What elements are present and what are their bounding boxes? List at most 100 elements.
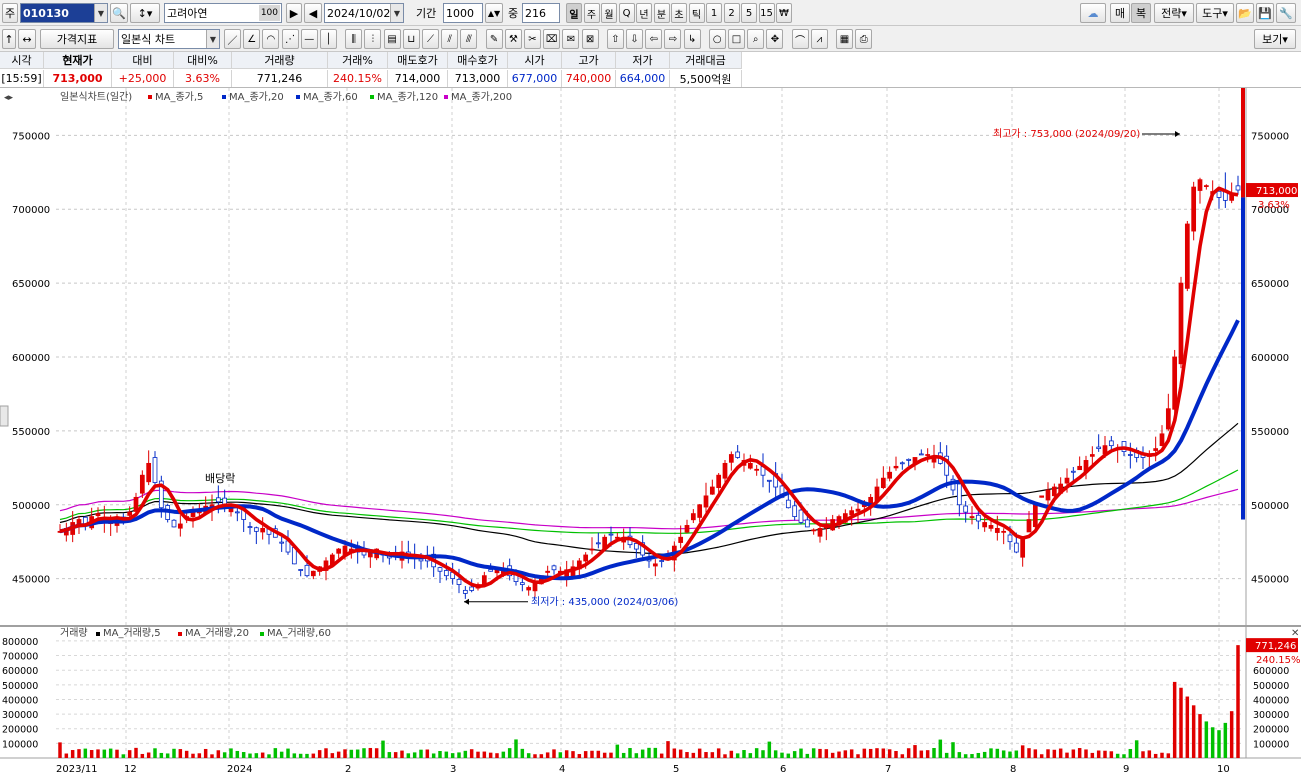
timeframe-button[interactable]: 5 (741, 3, 757, 23)
quote-value: 740,000 (562, 70, 616, 87)
fibonacci-icon[interactable]: ⫼ (345, 29, 363, 49)
parallel-icon[interactable]: ⫽ (441, 29, 459, 49)
down-icon[interactable]: ⇩ (626, 29, 643, 49)
volume-bar (545, 752, 550, 758)
close-icon[interactable]: ✕ (1291, 628, 1299, 639)
market-toggle-button[interactable]: 주 (2, 3, 18, 23)
volume-bar (634, 753, 639, 758)
timeframe-button[interactable]: 월 (601, 3, 617, 23)
timeframe-button[interactable]: 틱 (688, 3, 705, 23)
delete-icon[interactable]: ⌧ (543, 29, 561, 49)
vline-icon[interactable]: │ (320, 29, 337, 49)
candle-down (798, 509, 804, 523)
volume-bar (1147, 750, 1152, 758)
period-spin-icon[interactable]: ▲▼ (485, 3, 503, 23)
folder-open-icon[interactable]: 📂 (1236, 3, 1254, 23)
timeframe-button[interactable]: ₩ (776, 3, 792, 23)
volume-bar (767, 741, 772, 758)
volume-bar (621, 752, 626, 758)
chevron-down-icon[interactable]: ▼ (94, 4, 107, 22)
volume-legend-item: MA_거래량,5 (103, 627, 161, 639)
prev-arrow-icon[interactable]: ◀ (304, 3, 322, 23)
channel-icon[interactable]: ⊔ (402, 29, 420, 49)
arc-icon[interactable]: ◠ (262, 29, 280, 49)
cycle-icon[interactable]: ⫶ (364, 29, 382, 49)
trendline-icon[interactable]: ／ (224, 29, 241, 49)
wrench-icon[interactable]: 🔧 (1276, 3, 1296, 23)
circle-icon[interactable]: ○ (708, 29, 726, 49)
zoom-icon[interactable]: ⌕ (747, 29, 765, 49)
stock-name-field[interactable]: 고려아연 100 (164, 3, 282, 23)
fan-icon[interactable]: ⋰ (281, 29, 299, 49)
candle-up (1172, 356, 1178, 410)
quote-header: 매수호가 (448, 52, 508, 69)
angle-icon[interactable]: ∠ (243, 29, 261, 49)
eraser-icon[interactable]: ✂ (524, 29, 541, 49)
candle-down (975, 514, 981, 522)
next-arrow-icon[interactable]: ▶ (286, 3, 302, 23)
timeframe-button[interactable]: 15 (758, 3, 775, 23)
period-input[interactable]: 1000 (443, 3, 483, 23)
volume-bar (210, 754, 214, 758)
search-icon[interactable]: 🔍 (110, 3, 128, 23)
calendar-dropdown-icon[interactable]: ▼ (390, 4, 403, 22)
right-button-0[interactable]: 매 (1110, 3, 1130, 23)
pencil-icon[interactable]: ✎ (485, 29, 503, 49)
candle-up (177, 523, 183, 529)
pattern-icon[interactable]: ⩘ (810, 29, 828, 49)
strategy-button[interactable]: 전략 ▾ (1154, 3, 1194, 23)
save-icon[interactable]: 💾 (1256, 3, 1274, 23)
hline-icon[interactable]: — (300, 29, 318, 49)
price-tick-left: 550000 (12, 427, 50, 438)
timeframe-button[interactable]: 년 (636, 3, 652, 23)
chart-type-select[interactable]: 일본식 차트 ▼ (118, 29, 220, 49)
volume-bar (919, 750, 924, 758)
andrews-icon[interactable]: ⫻ (460, 29, 478, 49)
price-tick-right: 750000 (1251, 131, 1289, 142)
left-icon[interactable]: ⇦ (645, 29, 663, 49)
date-field[interactable]: 2024/10/02 ▼ (324, 3, 404, 23)
volume-bar (241, 752, 246, 758)
timeframe-button[interactable]: 주 (583, 3, 600, 23)
volume-bar (1217, 730, 1221, 758)
view-button[interactable]: 보기 ▾ (1254, 29, 1296, 49)
volume-bar (1103, 750, 1107, 758)
rect-icon[interactable]: □ (728, 29, 745, 49)
scroll-up-icon[interactable]: ↑ (2, 29, 16, 49)
chevron-down-icon[interactable]: ▼ (206, 30, 219, 48)
table-icon[interactable]: ▦ (836, 29, 853, 49)
timeframe-button[interactable]: 초 (671, 3, 687, 23)
sort-icon[interactable]: ↕▾ (130, 3, 160, 23)
expand-horizontal-icon[interactable]: ↔ (18, 29, 36, 49)
timeframe-button[interactable]: 1 (706, 3, 722, 23)
jump-icon[interactable]: ↳ (683, 29, 701, 49)
box-icon[interactable]: ⊠ (581, 29, 599, 49)
cloud-icon[interactable]: ☁ (1080, 3, 1106, 23)
tools-icon[interactable]: ⚒ (504, 29, 522, 49)
price-indicator-button[interactable]: 가격지표 (40, 29, 114, 49)
grid-icon[interactable]: ▤ (383, 29, 401, 49)
price-tick-left: 700000 (12, 205, 50, 216)
timeframe-button[interactable]: 일 (566, 3, 582, 23)
timeframe-button[interactable]: Q (618, 3, 635, 23)
crosshair-icon[interactable]: ✥ (766, 29, 784, 49)
volume-bar (235, 750, 240, 758)
x-tick-label: 6 (780, 764, 786, 775)
print-icon[interactable]: ⎙ (855, 29, 873, 49)
right-button-1[interactable]: 복 (1131, 3, 1151, 23)
up-icon[interactable]: ⇧ (606, 29, 624, 49)
timeframe-button[interactable]: 분 (653, 3, 670, 23)
volume-bar (932, 747, 936, 758)
memo-icon[interactable]: ✉ (562, 29, 580, 49)
volume-bar (830, 752, 835, 758)
stock-chart[interactable]: 450000 450000 500000 500000 550000 550000 6000… (0, 88, 1301, 776)
volume-bar (761, 750, 765, 758)
right-icon[interactable]: ⇨ (664, 29, 682, 49)
count-input[interactable]: 216 (522, 3, 560, 23)
stock-code-input[interactable]: 010130 ▼ (20, 3, 108, 23)
regression-icon[interactable]: ⟋ (422, 29, 439, 49)
wave-icon[interactable]: ⌒ (791, 29, 809, 49)
price-tick-left: 500000 (12, 501, 50, 512)
timeframe-button[interactable]: 2 (723, 3, 740, 23)
tools-button[interactable]: 도구 ▾ (1196, 3, 1234, 23)
